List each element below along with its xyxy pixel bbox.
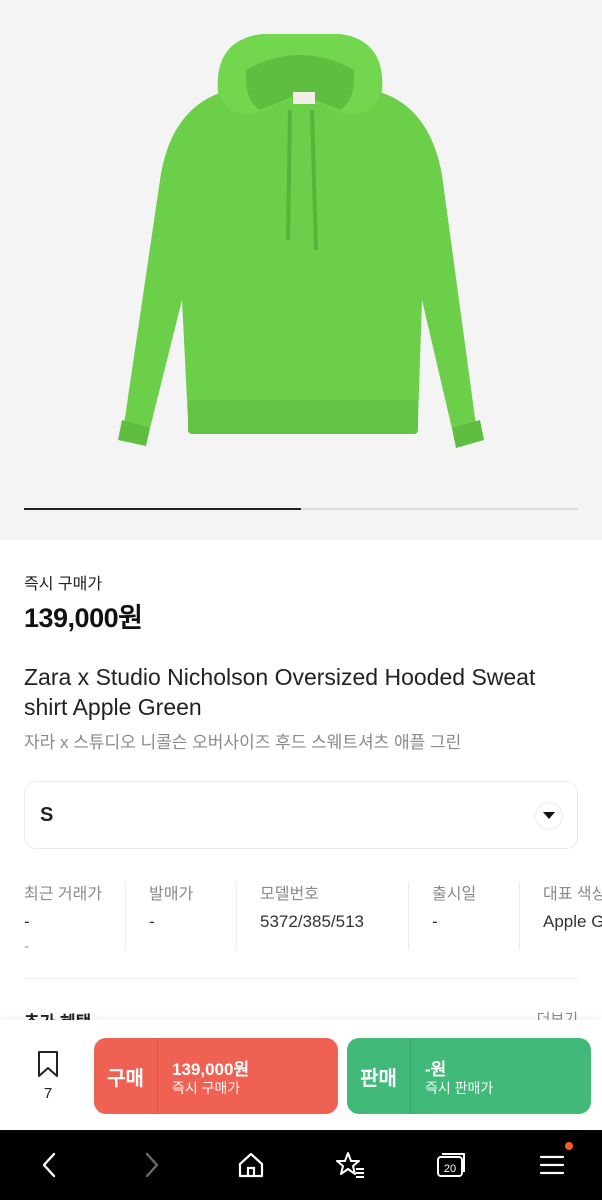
buy-price: 139,000원 xyxy=(172,1060,250,1079)
tabs-count: 20 xyxy=(444,1163,456,1175)
meta-model-number: 모델번호 5372/385/513 xyxy=(260,880,364,952)
meta-value: - xyxy=(24,912,30,931)
tabs-icon: 20 xyxy=(437,1153,465,1177)
sell-price: -원 xyxy=(425,1060,447,1079)
back-button[interactable] xyxy=(32,1148,66,1182)
meta-release-date: 출시일 - xyxy=(432,880,476,952)
meta-divider xyxy=(125,882,126,950)
meta-recent-price: 최근 거래가 - - xyxy=(24,880,103,955)
hoodie-illustration xyxy=(118,34,484,448)
meta-label: 모델번호 xyxy=(260,886,319,903)
back-icon xyxy=(42,1152,56,1178)
carousel-indicator xyxy=(24,508,578,510)
meta-value: - xyxy=(432,912,438,931)
forward-icon xyxy=(145,1152,159,1178)
tabs-button[interactable]: 20 xyxy=(434,1148,468,1182)
sell-sub-label: 즉시 판매가 xyxy=(425,1080,494,1096)
sell-button[interactable]: 판매 -원 즉시 판매가 xyxy=(347,1038,591,1114)
menu-icon xyxy=(539,1155,565,1175)
bookmark-icon xyxy=(38,1051,58,1077)
meta-value: 5372/385/513 xyxy=(260,912,364,931)
wishlist-count: 7 xyxy=(43,1085,53,1102)
size-select[interactable]: S xyxy=(24,781,578,849)
product-meta: 최근 거래가 - - 발매가 - 모델번호 5372/385/513 출시일 -… xyxy=(24,880,602,956)
product-subtitle: 자라 x 스튜디오 니콜슨 오버사이즈 후드 스웨트셔츠 애플 그린 xyxy=(24,733,462,752)
meta-value: - xyxy=(149,912,155,931)
size-value: S xyxy=(40,804,54,826)
forward-button[interactable] xyxy=(135,1148,169,1182)
price-label: 즉시 구매가 xyxy=(24,576,103,593)
action-bar: 7 구매 139,000원 즉시 구매가 판매 -원 즉시 판매가 xyxy=(0,1020,602,1130)
meta-value: Apple Green xyxy=(543,912,602,931)
menu-button[interactable] xyxy=(535,1148,569,1182)
buy-sub-label: 즉시 구매가 xyxy=(172,1080,241,1096)
meta-label: 대표 색상 xyxy=(543,886,602,903)
home-icon xyxy=(238,1152,264,1178)
meta-color: 대표 색상 Apple Green xyxy=(543,880,602,952)
product-title: Zara x Studio Nicholson Oversized Hooded… xyxy=(24,664,536,720)
meta-divider xyxy=(408,882,409,950)
meta-divider xyxy=(519,882,520,950)
meta-release-price: 발매가 - xyxy=(149,880,193,952)
sell-label: 판매 xyxy=(347,1038,411,1114)
meta-label: 출시일 xyxy=(432,886,477,903)
notification-dot xyxy=(565,1142,573,1150)
meta-divider xyxy=(236,882,237,950)
home-button[interactable] xyxy=(234,1148,268,1182)
meta-sub-value: - xyxy=(24,938,29,955)
wishlist-button[interactable]: 7 xyxy=(30,1050,66,1102)
bookmarks-button[interactable] xyxy=(334,1148,368,1182)
price-value: 139,000원 xyxy=(24,603,143,633)
divider xyxy=(24,978,578,979)
meta-label: 최근 거래가 xyxy=(24,886,103,903)
buy-button[interactable]: 구매 139,000원 즉시 구매가 xyxy=(94,1038,338,1114)
browser-nav-bar: 20 xyxy=(0,1130,602,1200)
chevron-down-icon xyxy=(535,802,563,830)
carousel-progress xyxy=(24,508,301,510)
buy-label: 구매 xyxy=(94,1038,158,1114)
meta-label: 발매가 xyxy=(149,886,194,903)
bookmark-star-icon xyxy=(336,1152,364,1178)
product-image[interactable] xyxy=(0,0,602,540)
